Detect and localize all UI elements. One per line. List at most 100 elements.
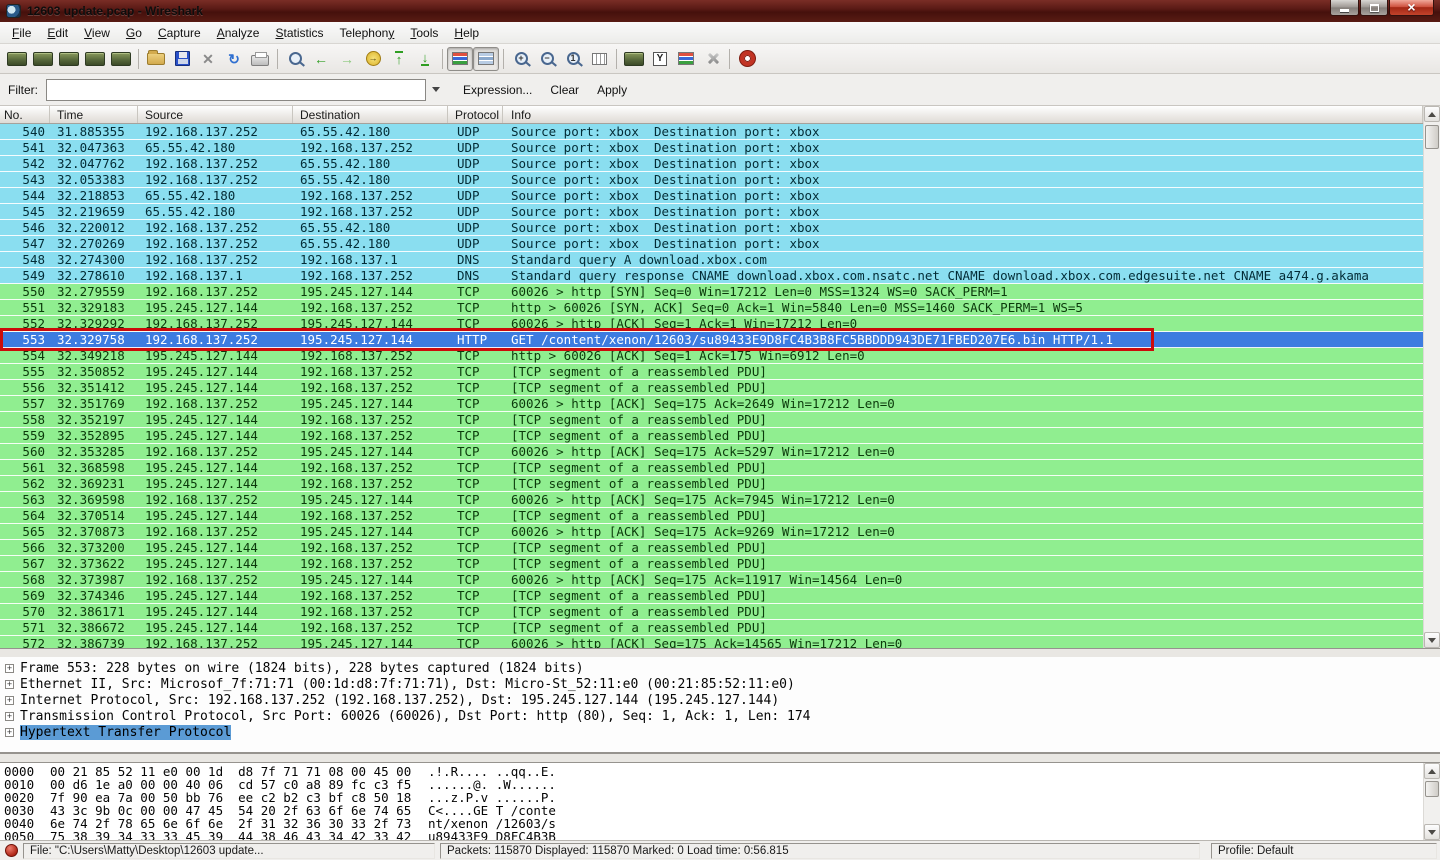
list-interfaces-button[interactable] xyxy=(4,47,30,71)
zoom-100-button[interactable]: 1 xyxy=(560,47,586,71)
menu-item-edit[interactable]: Edit xyxy=(39,23,76,43)
open-file-button[interactable] xyxy=(143,47,169,71)
filter-expression-button[interactable]: Expression... xyxy=(454,79,541,101)
pane-splitter[interactable] xyxy=(0,649,1440,657)
filter-input[interactable] xyxy=(46,79,426,101)
column-header-time[interactable]: Time xyxy=(50,106,138,123)
column-header-source[interactable]: Source xyxy=(138,106,293,123)
packet-row[interactable]: 56332.369598192.168.137.252195.245.127.1… xyxy=(0,492,1423,508)
go-to-packet-button[interactable]: → xyxy=(360,47,386,71)
reload-file-button[interactable]: ↻ xyxy=(221,47,247,71)
packet-row[interactable]: 55732.351769192.168.137.252195.245.127.1… xyxy=(0,396,1423,412)
packet-row[interactable]: 56532.370873192.168.137.252195.245.127.1… xyxy=(0,524,1423,540)
pane-splitter-2[interactable] xyxy=(0,753,1440,762)
column-header-destination[interactable]: Destination xyxy=(293,106,448,123)
packet-row[interactable]: 56032.353285192.168.137.252195.245.127.1… xyxy=(0,444,1423,460)
packet-row[interactable]: 55932.352895195.245.127.144192.168.137.2… xyxy=(0,428,1423,444)
go-forward-button[interactable]: → xyxy=(334,47,360,71)
scroll-down-icon[interactable] xyxy=(1424,824,1440,840)
detail-row[interactable]: +Ethernet II, Src: Microsof_7f:71:71 (00… xyxy=(2,676,1440,692)
packet-row[interactable]: 57132.386672195.245.127.144192.168.137.2… xyxy=(0,620,1423,636)
packet-list-scrollbar[interactable] xyxy=(1423,106,1440,648)
scroll-up-icon[interactable] xyxy=(1424,763,1440,779)
print-button[interactable] xyxy=(247,47,273,71)
colorize-packets-button[interactable] xyxy=(447,47,473,71)
packet-row[interactable]: 56932.374346195.245.127.144192.168.137.2… xyxy=(0,588,1423,604)
zoom-out-button[interactable]: − xyxy=(534,47,560,71)
resize-columns-button[interactable] xyxy=(586,47,612,71)
filter-apply-button[interactable]: Apply xyxy=(588,79,636,101)
column-header-protocol[interactable]: Protocol xyxy=(448,106,503,123)
packet-row[interactable]: 55232.329292192.168.137.252195.245.127.1… xyxy=(0,316,1423,332)
start-capture-button[interactable] xyxy=(56,47,82,71)
detail-row[interactable]: +Transmission Control Protocol, Src Port… xyxy=(2,708,1440,724)
packet-row[interactable]: 56632.373200195.245.127.144192.168.137.2… xyxy=(0,540,1423,556)
detail-row-selected[interactable]: +Hypertext Transfer Protocol xyxy=(2,724,1440,740)
expert-info-icon[interactable] xyxy=(5,844,18,857)
packet-row[interactable]: 54732.270269192.168.137.25265.55.42.180U… xyxy=(0,236,1423,252)
menu-item-view[interactable]: View xyxy=(76,23,118,43)
menu-item-capture[interactable]: Capture xyxy=(150,23,209,43)
help-button[interactable] xyxy=(734,47,760,71)
menu-item-help[interactable]: Help xyxy=(446,23,487,43)
packet-row[interactable]: 55832.352197195.245.127.144192.168.137.2… xyxy=(0,412,1423,428)
save-file-button[interactable] xyxy=(169,47,195,71)
packet-row[interactable]: 56832.373987192.168.137.252195.245.127.1… xyxy=(0,572,1423,588)
detail-row[interactable]: +Frame 553: 228 bytes on wire (1824 bits… xyxy=(2,660,1440,676)
scroll-down-icon[interactable] xyxy=(1424,632,1440,648)
packet-row[interactable]: 54832.274300192.168.137.252192.168.137.1… xyxy=(0,252,1423,268)
packet-row[interactable]: 54632.220012192.168.137.25265.55.42.180U… xyxy=(0,220,1423,236)
packet-row[interactable]: 55632.351412195.245.127.144192.168.137.2… xyxy=(0,380,1423,396)
expand-icon[interactable]: + xyxy=(5,680,14,689)
close-file-button[interactable]: ✕ xyxy=(195,47,221,71)
close-button[interactable] xyxy=(1389,0,1434,16)
find-packet-button[interactable] xyxy=(282,47,308,71)
packet-row[interactable]: 54332.053383192.168.137.25265.55.42.180U… xyxy=(0,172,1423,188)
menu-item-go[interactable]: Go xyxy=(118,23,150,43)
packet-row[interactable]: 54532.21965965.55.42.180192.168.137.252U… xyxy=(0,204,1423,220)
restart-capture-button[interactable] xyxy=(108,47,134,71)
column-header-no[interactable]: No. xyxy=(0,106,50,123)
menu-item-analyze[interactable]: Analyze xyxy=(209,23,268,43)
packet-row[interactable]: 56232.369231195.245.127.144192.168.137.2… xyxy=(0,476,1423,492)
packet-row[interactable]: 54132.04736365.55.42.180192.168.137.252U… xyxy=(0,140,1423,156)
zoom-in-button[interactable]: + xyxy=(508,47,534,71)
scrollbar-thumb[interactable] xyxy=(1425,781,1439,797)
capture-options-button[interactable] xyxy=(30,47,56,71)
menu-item-tools[interactable]: Tools xyxy=(402,23,446,43)
packet-row[interactable]: 56132.368598195.245.127.144192.168.137.2… xyxy=(0,460,1423,476)
expand-icon[interactable]: + xyxy=(5,696,14,705)
packet-row[interactable]: 55032.279559192.168.137.252195.245.127.1… xyxy=(0,284,1423,300)
hex-scrollbar[interactable] xyxy=(1423,763,1440,840)
go-last-packet-button[interactable]: ↓ xyxy=(412,47,438,71)
preferences-button[interactable] xyxy=(699,47,725,71)
packet-row-selected[interactable]: 55332.329758192.168.137.252195.245.127.1… xyxy=(0,332,1423,348)
menu-item-file[interactable]: File xyxy=(4,23,39,43)
packet-row[interactable]: 56432.370514195.245.127.144192.168.137.2… xyxy=(0,508,1423,524)
stop-capture-button[interactable] xyxy=(82,47,108,71)
menu-item-telephony[interactable]: Telephony xyxy=(332,23,403,43)
expand-icon[interactable]: + xyxy=(5,728,14,737)
scroll-up-icon[interactable] xyxy=(1424,106,1440,122)
minimize-button[interactable] xyxy=(1330,0,1359,16)
packet-row[interactable]: 57032.386171195.245.127.144192.168.137.2… xyxy=(0,604,1423,620)
display-filters-button[interactable]: Y xyxy=(647,47,673,71)
detail-row[interactable]: +Internet Protocol, Src: 192.168.137.252… xyxy=(2,692,1440,708)
packet-row[interactable]: 55532.350852195.245.127.144192.168.137.2… xyxy=(0,364,1423,380)
restore-button[interactable] xyxy=(1360,0,1388,16)
menu-item-statistics[interactable]: Statistics xyxy=(267,23,331,43)
packet-row[interactable]: 54932.278610192.168.137.1192.168.137.252… xyxy=(0,268,1423,284)
packet-row[interactable]: 54232.047762192.168.137.25265.55.42.180U… xyxy=(0,156,1423,172)
column-header-info[interactable]: Info xyxy=(503,106,1423,123)
packet-row[interactable]: 55132.329183195.245.127.144192.168.137.2… xyxy=(0,300,1423,316)
filter-clear-button[interactable]: Clear xyxy=(541,79,588,101)
capture-filters-button[interactable] xyxy=(621,47,647,71)
packet-row[interactable]: 55432.349218195.245.127.144192.168.137.2… xyxy=(0,348,1423,364)
filter-dropdown-arrow-icon[interactable] xyxy=(428,80,444,100)
expand-icon[interactable]: + xyxy=(5,664,14,673)
go-first-packet-button[interactable]: ↑ xyxy=(386,47,412,71)
scrollbar-thumb[interactable] xyxy=(1425,125,1439,149)
packet-row[interactable]: 56732.373622195.245.127.144192.168.137.2… xyxy=(0,556,1423,572)
auto-scroll-button[interactable] xyxy=(473,47,499,71)
go-back-button[interactable]: ← xyxy=(308,47,334,71)
